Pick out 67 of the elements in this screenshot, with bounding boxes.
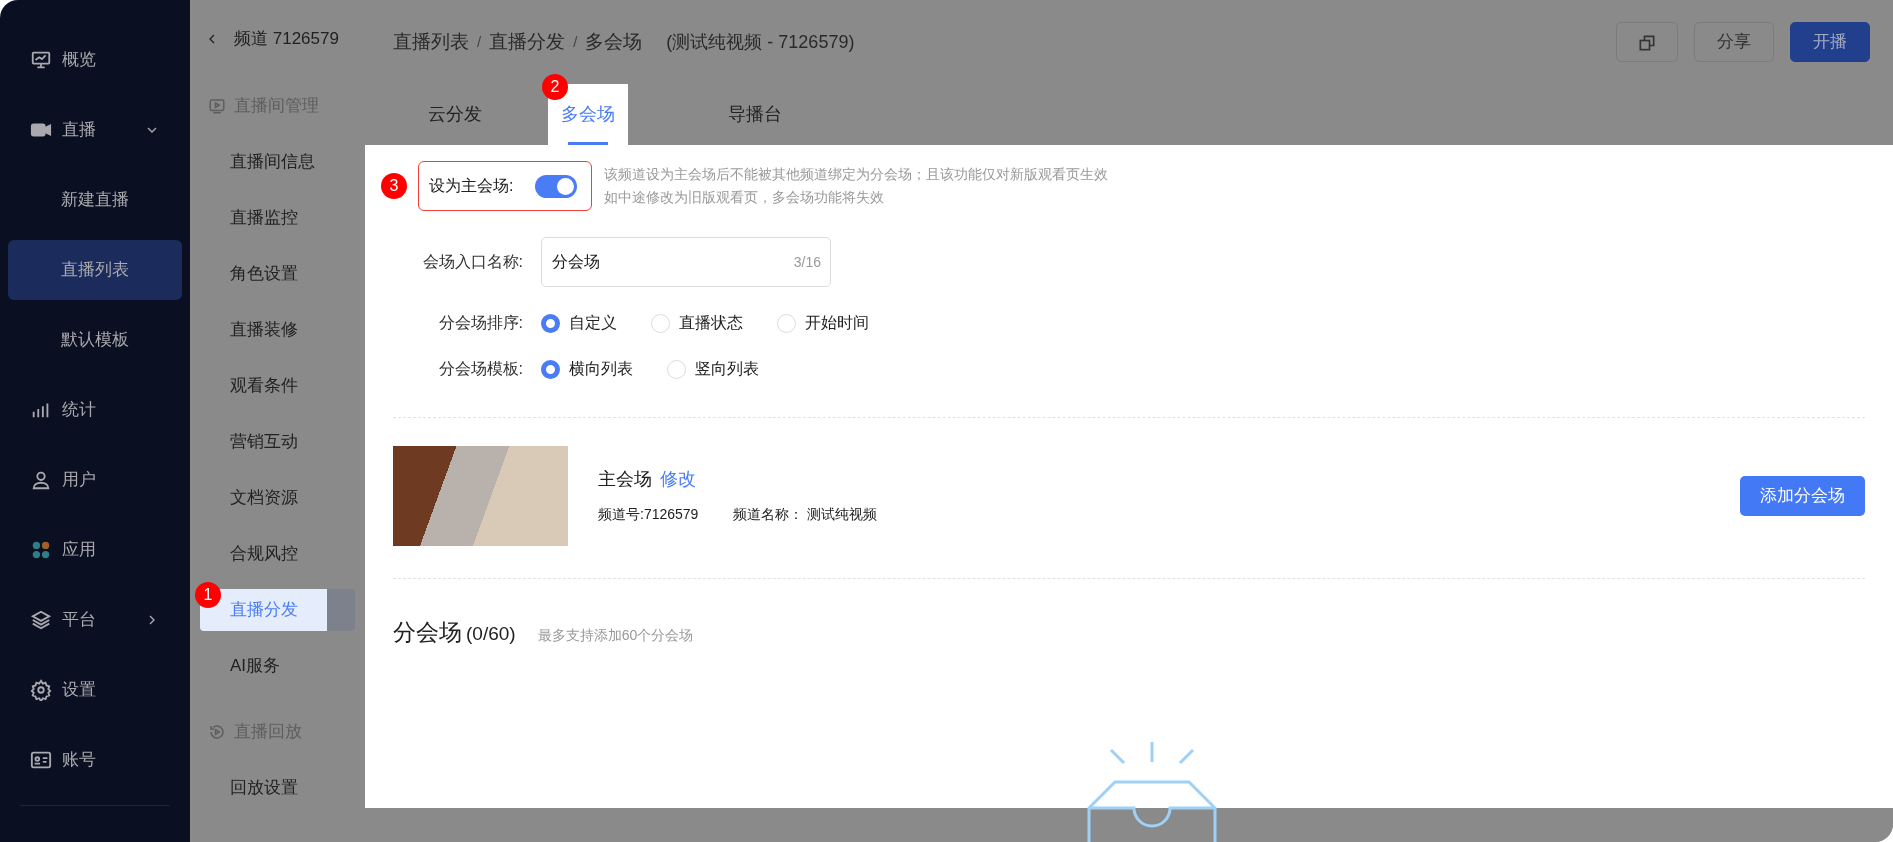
apps-icon — [30, 539, 52, 561]
radio-option[interactable]: 直播状态 — [651, 311, 743, 335]
nav-item[interactable]: 直播 — [8, 100, 182, 160]
step-marker: 3 — [381, 173, 407, 199]
hint-text: 如中途修改为旧版观看页，多会场功能将失效 — [604, 189, 886, 207]
copy-button[interactable] — [1616, 22, 1678, 62]
start-button[interactable]: 开播 — [1790, 22, 1870, 62]
nav-subitem[interactable]: 默认模板 — [8, 310, 182, 370]
field-label: 设为主会场: — [429, 176, 514, 196]
channel-name: 频道名称： 测试纯视频 — [733, 505, 878, 522]
venue-title: 主会场 — [598, 468, 652, 489]
step-marker: 2 — [542, 74, 568, 100]
radio-button[interactable] — [541, 359, 560, 379]
nav-subitem[interactable]: 直播列表 — [8, 240, 182, 300]
menu-item[interactable]: 营销互动 — [200, 421, 355, 463]
breadcrumb-separator: / — [477, 31, 482, 52]
nav-item[interactable]: 设置 — [8, 660, 182, 720]
nav-item[interactable]: 账号 — [8, 730, 182, 790]
menu-item[interactable]: AI服务 — [200, 645, 355, 687]
live-room-icon — [208, 97, 226, 115]
nav-item[interactable]: 概览 — [8, 30, 182, 90]
radio-option[interactable]: 自定义 — [541, 311, 617, 335]
nav-item[interactable]: 应用 — [8, 520, 182, 580]
user-icon — [30, 469, 52, 491]
menu-item[interactable]: 观看条件 — [200, 365, 355, 407]
nav-item[interactable]: 用户 — [8, 450, 182, 510]
radio-option[interactable]: 横向列表 — [541, 357, 633, 381]
radio-button[interactable] — [541, 313, 560, 333]
share-button[interactable]: 分享 — [1694, 22, 1774, 62]
menu-item[interactable]: 文档资源 — [200, 477, 355, 519]
menu-item[interactable]: 直播监控 — [200, 197, 355, 239]
menu-item[interactable]: 角色设置 — [200, 253, 355, 295]
layers-icon — [30, 609, 52, 631]
breadcrumb-item[interactable]: 直播列表 — [393, 27, 469, 57]
field-label: 分会场排序: — [437, 313, 523, 333]
replay-icon — [208, 723, 226, 741]
add-sub-venue-button[interactable]: 添加分会场 — [1740, 476, 1865, 516]
channel-title[interactable]: 频道 7126579 — [234, 26, 339, 52]
venue-count: (0/60) — [466, 622, 516, 646]
radio-option[interactable]: 开始时间 — [777, 311, 869, 335]
channel-subtitle: (测试纯视频 - 7126579) — [666, 30, 855, 54]
menu-item[interactable]: 直播间信息 — [200, 141, 355, 183]
hint-text: 该频道设为主会场后不能被其他频道绑定为分会场；且该功能仅对新版观看页生效 — [604, 166, 1109, 184]
nav-item[interactable]: 平台 — [8, 590, 182, 650]
breadcrumb-item[interactable]: 直播分发 — [489, 27, 566, 57]
radio-option[interactable]: 竖向列表 — [667, 357, 759, 381]
menu-item[interactable]: 合规风控 — [200, 533, 355, 575]
section-title: 分会场 — [393, 618, 462, 647]
monitor-icon — [30, 49, 52, 71]
tab[interactable]: 云分发 — [415, 84, 495, 145]
breadcrumb-item: 多会场 — [585, 29, 643, 54]
step-marker: 1 — [195, 582, 221, 608]
field-label: 会场入口名称: — [421, 252, 523, 272]
channel-number: 频道号:7126579 — [598, 505, 699, 522]
edit-link[interactable]: 修改 — [660, 468, 696, 489]
toggle-switch[interactable] — [535, 174, 578, 198]
id-card-icon — [30, 749, 52, 771]
menu-item[interactable]: 回放设置 — [200, 767, 355, 809]
nav-item[interactable]: 统计 — [8, 380, 182, 440]
char-counter: 3/16 — [793, 252, 821, 272]
tab[interactable]: 导播台 — [715, 84, 795, 145]
breadcrumb-separator: / — [573, 31, 578, 52]
gear-icon — [30, 679, 52, 701]
menu-item[interactable]: 直播装修 — [200, 309, 355, 351]
nav-subitem[interactable]: 新建直播 — [8, 170, 182, 230]
hint-text: 最多支持添加60个分会场 — [537, 626, 694, 645]
field-label: 分会场模板: — [437, 359, 523, 379]
